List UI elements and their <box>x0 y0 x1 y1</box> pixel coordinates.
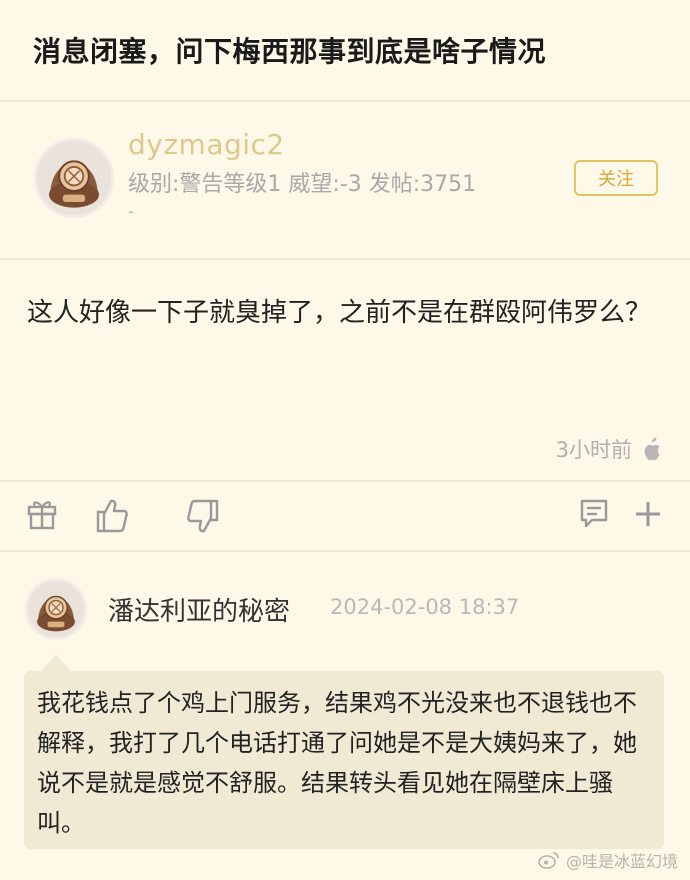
user-stats-extra: - <box>128 202 134 221</box>
post-time: 3小时前 <box>555 438 632 462</box>
weibo-icon <box>538 852 559 869</box>
comment-icon[interactable] <box>578 498 610 530</box>
reply-username[interactable]: 潘达利亚的秘密 <box>108 591 290 628</box>
action-bar <box>0 480 690 552</box>
reply-avatar[interactable] <box>25 578 87 640</box>
watermark: @哇是冰蓝幻境 <box>538 848 678 872</box>
post-content: 这人好像一下子就臭掉了，之前不是在群殴阿伟罗么？ <box>27 298 652 328</box>
post-username[interactable]: dyzmagic2 <box>128 128 285 161</box>
dislike-icon[interactable] <box>186 498 220 534</box>
avatar[interactable] <box>34 138 114 218</box>
reply-time: 2024-02-08 18:37 <box>330 595 520 619</box>
plus-icon[interactable] <box>634 500 662 528</box>
user-stats: 级别:警告等级1 威望:-3 发帖:3751 <box>128 172 477 197</box>
quoted-reply-box: 我花钱点了个鸡上门服务，结果鸡不光没来也不退钱也不解释，我打了几个电话打通了问她… <box>24 671 664 849</box>
like-icon[interactable] <box>95 498 129 534</box>
reply-avatar-image <box>28 581 84 637</box>
quoted-reply-text: 我花钱点了个鸡上门服务，结果鸡不光没来也不退钱也不解释，我打了几个电话打通了问她… <box>37 689 637 837</box>
post-author-row: dyzmagic2 级别:警告等级1 威望:-3 发帖:3751 - 关注 <box>0 102 690 260</box>
apple-icon <box>644 437 660 461</box>
gift-icon[interactable] <box>27 498 57 530</box>
quote-pointer <box>41 654 71 672</box>
watermark-text: @哇是冰蓝幻境 <box>565 852 678 871</box>
title-bar: 消息闭塞，问下梅西那事到底是啥子情况 <box>0 0 690 102</box>
page-title: 消息闭塞，问下梅西那事到底是啥子情况 <box>33 35 547 68</box>
follow-button[interactable]: 关注 <box>574 160 658 196</box>
post-time-row: 3小时前 <box>556 434 662 464</box>
avatar-image <box>37 141 111 215</box>
